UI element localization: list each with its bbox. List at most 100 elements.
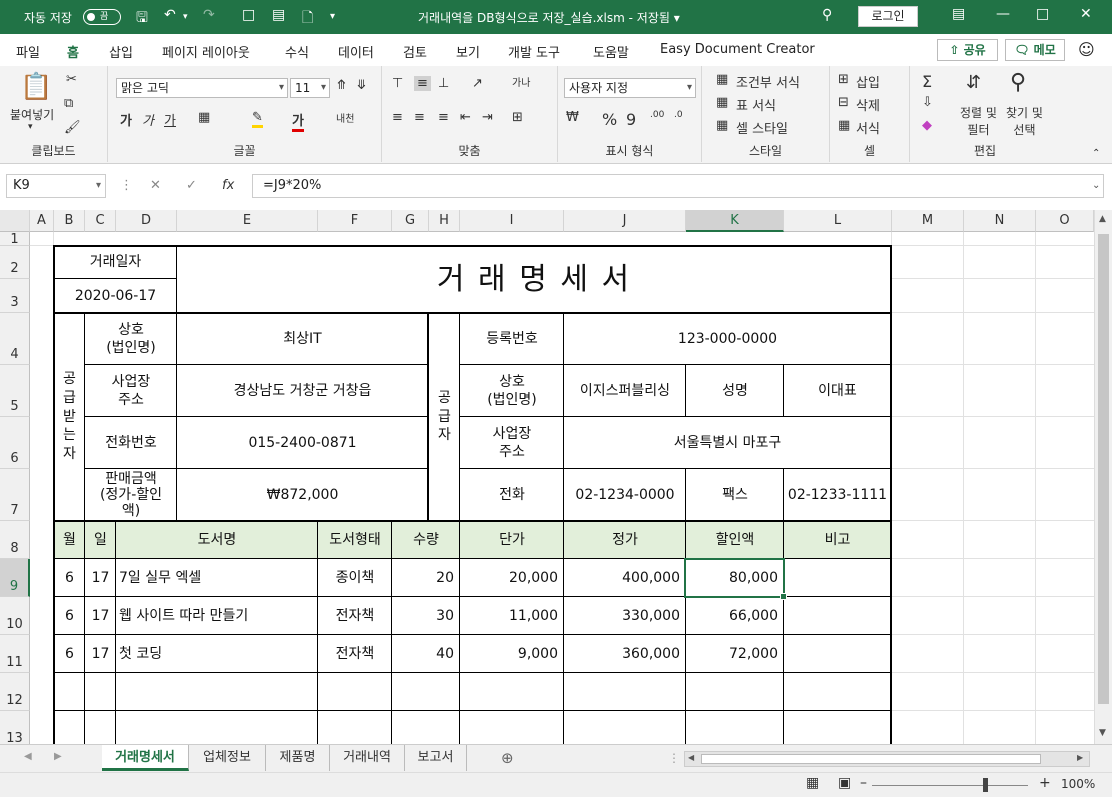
italic-icon[interactable]: 가 — [142, 110, 154, 129]
item-discount[interactable]: 66,000 — [686, 597, 784, 635]
number-format-combo[interactable]: 사용자 지정 — [564, 78, 696, 98]
vertical-scrollbar[interactable]: ▲ ▼ — [1094, 210, 1112, 744]
item-note[interactable] — [784, 559, 891, 597]
tab-page-layout[interactable]: 페이지 레이아웃 — [162, 42, 250, 61]
page-layout-view-icon[interactable]: ▣ — [838, 775, 851, 791]
table-format-button[interactable]: 표 서식 — [736, 95, 776, 114]
merge-center-icon[interactable]: ⊞ — [512, 110, 523, 125]
item-day[interactable]: 17 — [85, 635, 116, 673]
add-sheet-icon[interactable]: ⊕ — [501, 749, 514, 767]
scroll-down-icon[interactable]: ▼ — [1099, 728, 1106, 738]
tab-insert[interactable]: 삽입 — [109, 42, 133, 61]
document-title[interactable]: 거 래 명 세 서 — [177, 246, 891, 313]
table-format-icon[interactable]: ▦ — [716, 95, 728, 110]
format-cells-button[interactable]: 서식 — [856, 118, 880, 137]
column-header[interactable]: D — [116, 210, 177, 232]
zoom-in-icon[interactable]: + — [1039, 775, 1051, 791]
delete-cells-button[interactable]: 삭제 — [856, 95, 880, 114]
zoom-out-icon[interactable]: – — [860, 775, 867, 791]
row-header[interactable]: 4 — [0, 313, 30, 365]
item-quantity[interactable]: 40 — [392, 635, 460, 673]
align-middle-icon[interactable]: ≡ — [414, 76, 431, 91]
item-day[interactable]: 17 — [85, 559, 116, 597]
insert-function-icon[interactable]: fx — [222, 178, 234, 193]
format-painter-icon[interactable]: 🖌 — [64, 120, 81, 135]
scroll-left-icon[interactable]: ◀ — [688, 753, 694, 762]
column-header[interactable]: N — [964, 210, 1036, 232]
name-box[interactable]: K9 — [6, 174, 106, 198]
customize-qat-icon[interactable]: ▾ — [330, 11, 335, 22]
item-unit-price[interactable]: 20,000 — [460, 559, 564, 597]
column-header[interactable]: C — [85, 210, 116, 232]
column-header[interactable]: B — [54, 210, 85, 232]
row-header[interactable]: 1 — [0, 232, 30, 247]
row-header[interactable]: 13 — [0, 711, 30, 744]
supplier-phone[interactable]: 02-1234-0000 — [564, 469, 686, 521]
cell-styles-button[interactable]: 셀 스타일 — [736, 118, 788, 137]
item-month[interactable]: 6 — [54, 559, 85, 597]
underline-icon[interactable]: 가 — [164, 110, 176, 129]
align-left-icon[interactable]: ≡ — [392, 110, 403, 125]
vertical-scroll-thumb[interactable] — [1098, 234, 1109, 704]
representative-name[interactable]: 이대표 — [784, 365, 891, 417]
column-header[interactable]: I — [460, 210, 564, 232]
column-header[interactable]: L — [784, 210, 892, 232]
feedback-smiley-icon[interactable]: ☺ — [1078, 40, 1095, 59]
new-sheet-icon[interactable]: □ — [242, 7, 255, 23]
tab-help[interactable]: 도움말 — [593, 42, 629, 61]
sheet-tab-company-info[interactable]: 업체정보 — [189, 745, 266, 771]
autosum-icon[interactable]: Σ — [922, 72, 932, 91]
tab-developer[interactable]: 개발 도구 — [508, 42, 560, 61]
item-book-type[interactable]: 종이책 — [318, 559, 392, 597]
column-header[interactable]: F — [318, 210, 392, 232]
conditional-format-icon[interactable]: ▦ — [716, 72, 728, 87]
select-all-corner[interactable] — [0, 210, 30, 232]
accounting-format-icon[interactable]: ₩ — [566, 110, 579, 125]
bold-icon[interactable]: 가 — [120, 110, 132, 129]
date-value[interactable]: 2020-06-17 — [54, 279, 177, 313]
sheet-tab-report[interactable]: 보고서 — [405, 745, 467, 771]
autosave-toggle[interactable]: 끔 — [83, 9, 121, 25]
clear-icon[interactable]: ◆ — [922, 118, 932, 133]
item-unit-price[interactable]: 11,000 — [460, 597, 564, 635]
recipient-phone[interactable]: 015-2400-0871 — [177, 417, 428, 469]
item-quantity[interactable]: 30 — [392, 597, 460, 635]
sort-filter-button[interactable]: 정렬 및 필터 — [960, 104, 997, 138]
share-button[interactable]: ⇧ 공유 — [937, 39, 998, 61]
phonetic-icon[interactable]: 내천 — [336, 110, 354, 125]
maximize-icon[interactable]: □ — [1036, 6, 1049, 22]
row-header[interactable]: 10 — [0, 597, 30, 635]
tab-easy-document-creator[interactable]: Easy Document Creator — [660, 42, 815, 57]
font-name-combo[interactable]: 맑은 고딕 — [116, 78, 288, 98]
orientation-icon[interactable]: ↗ — [472, 76, 483, 91]
item-quantity[interactable]: 20 — [392, 559, 460, 597]
decrease-decimal-icon[interactable]: .0 — [674, 110, 683, 120]
supplier-company[interactable]: 이지스퍼블리싱 — [564, 365, 686, 417]
insert-cells-icon[interactable]: ⊞ — [838, 72, 849, 87]
delete-cells-icon[interactable]: ⊟ — [838, 95, 849, 110]
item-book-title[interactable]: 첫 코딩 — [116, 635, 318, 673]
close-icon[interactable]: ✕ — [1080, 6, 1092, 22]
item-unit-price[interactable]: 9,000 — [460, 635, 564, 673]
sort-filter-icon[interactable]: ⇵ — [966, 72, 981, 93]
horizontal-scroll-thumb[interactable] — [701, 754, 1041, 764]
paste-icon[interactable]: 📋 — [20, 72, 52, 102]
border-icon[interactable]: ▦ — [198, 110, 210, 125]
minimize-icon[interactable]: — — [996, 6, 1010, 22]
enter-icon[interactable]: ✓ — [186, 178, 197, 193]
item-month[interactable]: 6 — [54, 635, 85, 673]
cancel-icon[interactable]: ✕ — [150, 178, 161, 193]
tab-data[interactable]: 데이터 — [338, 42, 374, 61]
horizontal-scrollbar[interactable]: ◀ ▶ — [684, 751, 1090, 767]
copy-icon[interactable]: ⧉ — [64, 96, 73, 111]
align-right-icon[interactable]: ≡ — [438, 110, 449, 125]
increase-decimal-icon[interactable]: .00 — [650, 110, 664, 120]
tab-view[interactable]: 보기 — [456, 42, 480, 61]
scroll-right-icon[interactable]: ▶ — [1077, 753, 1083, 762]
prev-sheet-icon[interactable]: ◀ — [24, 751, 32, 762]
row-header[interactable]: 7 — [0, 469, 30, 521]
scroll-up-icon[interactable]: ▲ — [1099, 214, 1106, 224]
item-discount[interactable]: 72,000 — [686, 635, 784, 673]
align-center-icon[interactable]: ≡ — [414, 110, 425, 125]
redo-icon[interactable]: ↷ — [203, 7, 215, 23]
